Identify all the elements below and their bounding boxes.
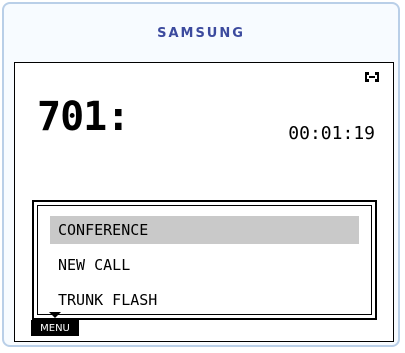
call-duration: 00:01:19	[288, 123, 375, 144]
display-screen: 701: 00:01:19 CONFERENCE NEW CALL TRUNK …	[14, 62, 394, 342]
brand-logo: SAMSUNG	[157, 25, 245, 41]
phone-device-frame: SAMSUNG 701: 00:01:19 CONFERENCE NEW CAL…	[2, 2, 400, 347]
menu-item-trunk-flash[interactable]: TRUNK FLASH	[50, 286, 359, 314]
menu-item-label: TRUNK FLASH	[58, 291, 158, 309]
options-menu: CONFERENCE NEW CALL TRUNK FLASH	[32, 200, 377, 320]
menu-softkey[interactable]: MENU	[31, 320, 79, 336]
menu-item-new-call[interactable]: NEW CALL	[50, 251, 359, 279]
menu-item-label: NEW CALL	[58, 256, 131, 274]
softkey-pointer-icon	[49, 312, 61, 318]
menu-item-conference[interactable]: CONFERENCE	[50, 216, 359, 244]
handset-icon	[365, 72, 379, 82]
options-menu-list: CONFERENCE NEW CALL TRUNK FLASH	[37, 205, 372, 315]
menu-item-label: CONFERENCE	[58, 221, 149, 239]
dialed-extension: 701:	[37, 94, 130, 140]
